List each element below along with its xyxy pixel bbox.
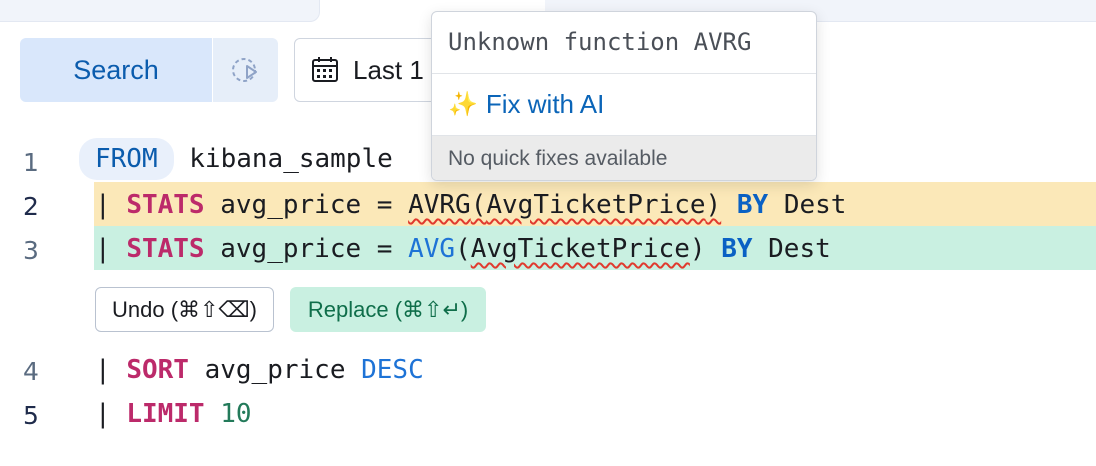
limit-keyword: LIMIT xyxy=(126,399,205,429)
top-tab[interactable] xyxy=(0,0,320,22)
line-number: 5 xyxy=(23,401,39,430)
pipe-token: | xyxy=(95,190,127,220)
function-name: AVG xyxy=(408,234,456,264)
paren-open: ( xyxy=(455,234,471,264)
date-picker-label: Last 1 xyxy=(353,54,424,85)
calendar-icon xyxy=(312,57,338,82)
line-number: 1 xyxy=(23,148,39,177)
editor-line-4[interactable]: 4 | SORT avg_price DESC xyxy=(0,347,1096,391)
stats-keyword: STATS xyxy=(126,190,205,220)
no-quick-fixes-label: No quick fixes available xyxy=(432,136,816,180)
sort-order: DESC xyxy=(361,355,424,385)
refresh-icon xyxy=(231,58,257,82)
by-keyword: BY xyxy=(736,190,769,220)
by-keyword: BY xyxy=(721,234,753,264)
pipe-token: | xyxy=(95,234,127,264)
pipe-token: | xyxy=(95,355,127,385)
diff-actions: Undo (⌘⇧⌫) Replace (⌘⇧↵) xyxy=(95,287,487,333)
pipe-token: | xyxy=(95,399,127,429)
editor-line-5[interactable]: 5 | LIMIT 10 xyxy=(0,391,1096,435)
sort-field: avg_price xyxy=(188,355,362,385)
sort-keyword: SORT xyxy=(126,355,189,385)
paren-open: ( xyxy=(470,190,487,220)
replace-button[interactable]: Replace (⌘⇧↵) xyxy=(289,287,487,332)
stats-keyword: STATS xyxy=(126,234,205,264)
error-popover: Unknown function AVRG ✨ Fix with AI No q… xyxy=(431,11,817,181)
group-field: Dest xyxy=(768,234,831,264)
error-message: Unknown function AVRG xyxy=(432,12,816,74)
paren-close: ) xyxy=(705,190,722,220)
limit-value: 10 xyxy=(220,399,252,429)
editor-line-3-added[interactable]: 3 | STATS avg_price = AVG(AvgTicketPrice… xyxy=(0,226,1096,270)
index-name: kibana_sample xyxy=(173,144,393,174)
search-button[interactable]: Search xyxy=(20,38,212,102)
from-keyword: FROM xyxy=(79,138,174,180)
assignment-token: avg_price = xyxy=(204,234,409,264)
editor-line-2-removed[interactable]: 2 | STATS avg_price = AVRG(AvgTicketPric… xyxy=(0,182,1096,226)
auto-refresh-button[interactable] xyxy=(213,38,278,102)
line-number: 2 xyxy=(23,192,39,221)
fix-with-ai-label: Fix with AI xyxy=(485,89,605,119)
line-number: 3 xyxy=(23,236,39,265)
paren-close: ) xyxy=(689,234,706,264)
function-argument: AvgTicketPrice xyxy=(486,190,706,220)
group-field: Dest xyxy=(783,190,847,220)
assignment-token: avg_price = xyxy=(204,190,409,220)
undo-button[interactable]: Undo (⌘⇧⌫) xyxy=(95,287,274,332)
search-button-label: Search xyxy=(73,54,159,85)
error-function-token[interactable]: AVRG(AvgTicketPrice) xyxy=(408,190,721,220)
line-number: 4 xyxy=(23,357,39,386)
sparkle-icon: ✨ xyxy=(448,91,478,118)
function-name: AVRG xyxy=(408,190,471,220)
fix-with-ai-link[interactable]: ✨ Fix with AI xyxy=(432,74,816,136)
function-argument: AvgTicketPrice xyxy=(470,234,690,264)
